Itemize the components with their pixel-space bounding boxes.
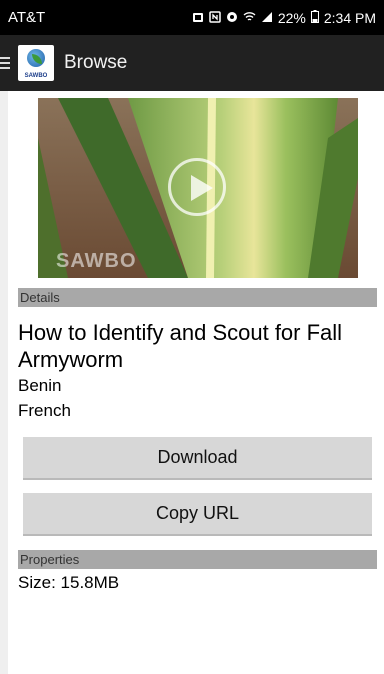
- copy-url-button[interactable]: Copy URL: [23, 493, 372, 536]
- clock: 2:34 PM: [323, 9, 376, 26]
- size-value: 15.8MB: [60, 573, 120, 592]
- app-logo: SAWBO: [18, 45, 54, 81]
- video-language: French: [18, 401, 71, 420]
- video-country: Benin: [18, 376, 62, 395]
- status-bar: AT&T 22% 2:34 PM: [0, 0, 384, 35]
- notification-icon: [226, 10, 238, 26]
- properties-header: Properties: [18, 550, 377, 569]
- app-bar: SAWBO Browse: [0, 35, 384, 91]
- page-title: Browse: [64, 52, 128, 73]
- menu-icon[interactable]: [0, 57, 14, 69]
- size-label: Size:: [18, 573, 56, 592]
- video-thumbnail[interactable]: SAWBO: [38, 98, 358, 278]
- battery-percent: 22%: [277, 9, 306, 26]
- size-row: Size: 15.8MB: [18, 573, 119, 593]
- battery-icon: [310, 9, 319, 26]
- video-title: How to Identify and Scout for Fall Armyw…: [18, 320, 343, 372]
- download-button[interactable]: Download: [23, 437, 372, 480]
- carrier-label: AT&T: [8, 9, 46, 26]
- video-detail: SAWBO Details How to Identify and Scout …: [8, 91, 384, 674]
- signal-icon: [261, 10, 273, 26]
- play-icon[interactable]: [168, 158, 226, 216]
- alarm-icon: [192, 10, 204, 26]
- drawer-edge: [0, 91, 8, 674]
- status-icons: 22% 2:34 PM: [192, 9, 376, 26]
- details-header: Details: [18, 288, 377, 307]
- wifi-icon: [243, 10, 256, 26]
- video-watermark: SAWBO: [56, 250, 137, 272]
- nfc-icon: [209, 10, 221, 26]
